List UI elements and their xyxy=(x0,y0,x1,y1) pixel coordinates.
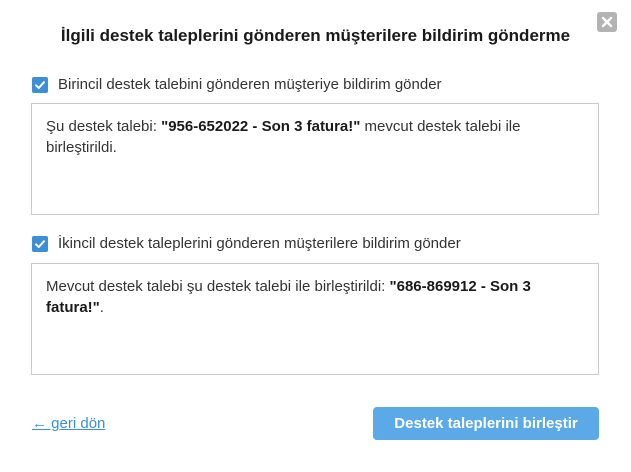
checkmark-icon xyxy=(35,239,45,248)
secondary-message-field[interactable]: Mevcut destek talebi şu destek talebi il… xyxy=(31,263,599,375)
secondary-notify-label[interactable]: İkincil destek taleplerini gönderen müşt… xyxy=(58,235,461,252)
secondary-notify-checkbox[interactable] xyxy=(32,235,48,252)
secondary-message-prefix: Mevcut destek talebi şu destek talebi il… xyxy=(46,278,390,295)
primary-message-prefix: Şu destek talebi: xyxy=(46,118,162,135)
primary-notify-label[interactable]: Birincil destek talebini gönderen müşter… xyxy=(58,76,442,93)
merge-tickets-button[interactable]: Destek taleplerini birleştir xyxy=(373,407,599,440)
primary-notify-row: Birincil destek talebini gönderen müşter… xyxy=(32,76,442,93)
merge-notification-dialog: İlgili destek taleplerini gönderen müşte… xyxy=(0,0,631,472)
primary-message-field[interactable]: Şu destek talebi: "956-652022 - Son 3 fa… xyxy=(31,103,599,215)
primary-notify-checkbox[interactable] xyxy=(32,76,48,93)
secondary-notify-row: İkincil destek taleplerini gönderen müşt… xyxy=(32,235,461,252)
back-link[interactable]: ← geri dön xyxy=(32,415,105,432)
secondary-message-suffix: . xyxy=(99,299,104,316)
primary-ticket-ref: "956-652022 - Son 3 fatura!" xyxy=(161,118,361,135)
checkmark-icon xyxy=(35,80,45,89)
dialog-title: İlgili destek taleplerini gönderen müşte… xyxy=(60,26,571,45)
